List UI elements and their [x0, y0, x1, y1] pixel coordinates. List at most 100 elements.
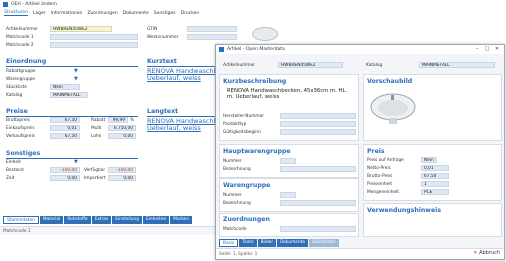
langtext-box[interactable]: RENOVA Handwaschbeck Ueberlauf, weiss — [147, 118, 215, 132]
gtin-input[interactable] — [187, 26, 237, 32]
window-title: Artikel - Open Masterdata — [227, 47, 285, 52]
tab-einheiten[interactable]: Einheiten — [142, 216, 170, 224]
multi-value[interactable]: 6.750,00 — [108, 125, 136, 131]
sink-image-icon — [370, 93, 416, 124]
hersteller-input[interactable] — [280, 113, 356, 119]
katalog-value[interactable]: MAINMETALL — [50, 92, 88, 98]
hwg-nummer-input[interactable] — [280, 158, 296, 164]
wg-nummer-input[interactable] — [280, 192, 296, 198]
tab-bilder[interactable]: Bilder — [257, 239, 277, 247]
menu-informationen[interactable]: Informationen — [51, 11, 83, 16]
tab-dokumente[interactable]: Dokumente — [277, 239, 308, 247]
chevron-down-icon[interactable]: ▼ — [74, 69, 82, 74]
app-icon — [219, 47, 224, 52]
gueltigkeitsbeginn-input[interactable] — [280, 129, 356, 135]
wg-bezeichnung-input[interactable] — [280, 200, 356, 206]
menu-dokumente[interactable]: Dokumente — [123, 11, 149, 16]
w2-katalog-value[interactable]: MAINMETALL — [419, 62, 495, 68]
tab-einstellung[interactable]: Einstellung — [112, 216, 142, 224]
tab-basis[interactable]: Basis — [219, 239, 239, 247]
gtin-label: GTIN — [147, 27, 158, 32]
warengruppe-label: Warengruppe — [6, 77, 35, 82]
mengeneinheit-value[interactable]: PCE — [421, 189, 449, 195]
tab-marken[interactable]: Marken — [170, 216, 193, 224]
zuordnungen-heading: Zuordnungen — [223, 216, 270, 223]
zuordnungen-panel: Zuordnungen Matchcode — [219, 213, 359, 237]
einkaufspreis-value[interactable]: 0,01 — [50, 125, 80, 131]
win1-status-bar: Matchcode 1 — [0, 226, 215, 235]
tab-texte[interactable]: Texte — [239, 239, 257, 247]
bruttopreis-value[interactable]: 67,50 — [50, 117, 80, 123]
preiseinheit-value[interactable]: 1 — [421, 181, 449, 187]
w2-artikelnummer-value[interactable]: HWBREN45WE2 — [278, 62, 343, 68]
tab-extras[interactable]: Extras — [91, 216, 112, 224]
preis-panel: Preis Preis auf Anfrage Nein Netto-Preis… — [363, 144, 502, 201]
menu-lager[interactable]: Lager — [33, 11, 46, 16]
title-bar: Artikel - Open Masterdata – □ ✕ — [216, 45, 504, 54]
menu-strukturen[interactable]: Strukturen — [4, 10, 28, 16]
hwg-nummer-label: Nummer — [223, 159, 242, 164]
verwendungshinweis-heading: Verwendungshinweis — [367, 207, 442, 214]
kurzbeschreibung-panel: Kurzbeschreibung RENOVA Handwaschbecken,… — [219, 74, 359, 141]
preiseinheit-label: Preiseinheit — [367, 182, 393, 187]
stueckliste-value[interactable]: Nein — [50, 84, 80, 90]
rabatt-unit: % — [130, 118, 135, 123]
verkaufspreis-value[interactable]: 67,50 — [50, 133, 80, 139]
abbruch-button[interactable]: ✕ Abbruch — [473, 250, 500, 256]
matchcode2-input[interactable] — [50, 42, 138, 48]
hwg-bezeichnung-input[interactable] — [280, 166, 356, 172]
verwendungshinweis-panel: Verwendungshinweis — [363, 203, 502, 237]
stueckliste-label: Stückliste — [6, 85, 27, 90]
netto-preis-value[interactable]: 0,01 — [421, 165, 449, 171]
menu-sonstiges[interactable]: Sonstiges — [154, 11, 176, 16]
win2-status-text: Seite: 1, Spalte: 1 — [219, 252, 258, 257]
minimize-icon[interactable]: – — [472, 46, 482, 53]
wg-nummer-label: Nummer — [223, 193, 242, 198]
zuo-matchcode-label: Matchcode — [223, 227, 247, 232]
cancel-icon: ✕ — [473, 250, 478, 256]
lohn-value[interactable]: 0,00 — [108, 133, 136, 139]
win1-status-text: Matchcode 1 — [3, 229, 31, 234]
werksnummer-label: Werksnummer — [147, 35, 179, 40]
werksnummer-input[interactable] — [187, 34, 237, 40]
rabatt-label: Rabatt — [91, 118, 106, 123]
kurztext-line2: Ueberlauf, weiss — [147, 74, 201, 82]
brutto-preis-value[interactable]: 67,50 — [421, 173, 449, 179]
rabattgruppe-label: Rabattgruppe — [6, 69, 36, 74]
zeit-value[interactable]: 0,00 — [50, 175, 80, 181]
w2-katalog-label: Katalog — [366, 63, 383, 68]
matchcode1-input[interactable] — [50, 34, 138, 40]
tab-stuecklisten[interactable]: Stücklisten — [309, 239, 339, 247]
tab-material[interactable]: Material — [39, 216, 64, 224]
app-icon — [3, 2, 8, 7]
verfuegbar-value[interactable]: -100,00 — [108, 167, 136, 173]
chevron-down-icon[interactable]: ▼ — [74, 160, 82, 165]
kurzbeschreibung-text: RENOVA Handwaschbecken, 45x36cm m. HL. m… — [227, 88, 348, 100]
rabatt-value[interactable]: 99,99 — [108, 117, 128, 123]
vorschaubild-heading: Vorschaubild — [367, 78, 413, 85]
preis-auf-anfrage-value[interactable]: Nein — [421, 157, 437, 163]
maximize-icon[interactable]: □ — [482, 46, 492, 53]
hauptwarengruppe-panel: Hauptwarengruppe Nummer Bezeichnung — [219, 144, 359, 178]
sonstiges-divider — [6, 158, 138, 159]
close-icon[interactable]: ✕ — [492, 46, 502, 53]
kurztext-box[interactable]: RENOVA Handwaschbeck Ueberlauf, weiss — [147, 68, 215, 82]
menu-zuordnungen[interactable]: Zuordnungen — [87, 11, 117, 16]
hauptwarengruppe-heading: Hauptwarengruppe — [223, 148, 291, 155]
chevron-down-icon[interactable]: ▼ — [74, 77, 82, 82]
bestand-value[interactable]: -100,00 — [50, 167, 80, 173]
verkaufspreis-label: Verkaufspreis — [6, 134, 36, 139]
sink-thumbnail-icon — [252, 27, 278, 41]
zuo-matchcode-input[interactable] — [280, 226, 356, 232]
produkttyp-input[interactable] — [280, 121, 356, 127]
importiert-value[interactable]: 0,00 — [108, 175, 136, 181]
artikelnummer-input[interactable]: HWBREN45WE2 — [50, 26, 112, 32]
menu-drucken[interactable]: Drucken — [181, 11, 200, 16]
open-masterdata-window: Artikel - Open Masterdata – □ ✕ Artikeln… — [215, 44, 505, 260]
tab-rohstoffe[interactable]: Rohstoffe — [64, 216, 91, 224]
matchcode1-label: Matchcode 1 — [6, 35, 34, 40]
tab-stammdaten[interactable]: Stammdaten — [3, 216, 39, 224]
menu-bar: Strukturen Lager Informationen Zuordnung… — [0, 9, 506, 17]
w2-artikelnummer-label: Artikelnummer — [223, 63, 255, 68]
einordnung-heading: Einordnung — [6, 58, 47, 65]
